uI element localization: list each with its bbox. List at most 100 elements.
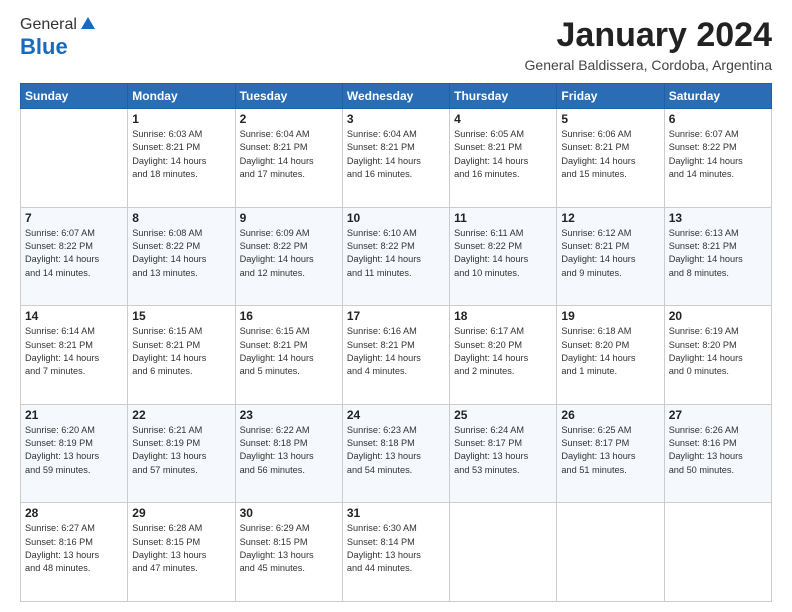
day-info: Sunrise: 6:13 AM Sunset: 8:21 PM Dayligh… (669, 227, 767, 280)
calendar-week-2: 14 Sunrise: 6:14 AM Sunset: 8:21 PM Dayli… (21, 306, 772, 405)
day-info: Sunrise: 6:07 AM Sunset: 8:22 PM Dayligh… (669, 128, 767, 181)
day-info: Sunrise: 6:28 AM Sunset: 8:15 PM Dayligh… (132, 522, 230, 575)
page: General Blue January 2024 General Baldis… (0, 0, 792, 612)
calendar-cell: 29 Sunrise: 6:28 AM Sunset: 8:15 PM Dayli… (128, 503, 235, 602)
day-info: Sunrise: 6:15 AM Sunset: 8:21 PM Dayligh… (240, 325, 338, 378)
day-info: Sunrise: 6:14 AM Sunset: 8:21 PM Dayligh… (25, 325, 123, 378)
day-info: Sunrise: 6:03 AM Sunset: 8:21 PM Dayligh… (132, 128, 230, 181)
day-number: 26 (561, 408, 659, 422)
col-sunday: Sunday (21, 84, 128, 109)
day-number: 28 (25, 506, 123, 520)
calendar-cell: 8 Sunrise: 6:08 AM Sunset: 8:22 PM Daylig… (128, 207, 235, 306)
day-number: 8 (132, 211, 230, 225)
header: General Blue January 2024 General Baldis… (20, 16, 772, 73)
day-number: 18 (454, 309, 552, 323)
day-number: 12 (561, 211, 659, 225)
day-info: Sunrise: 6:08 AM Sunset: 8:22 PM Dayligh… (132, 227, 230, 280)
calendar-cell: 12Sunrise: 6:12 AM Sunset: 8:21 PM Dayli… (557, 207, 664, 306)
day-number: 16 (240, 309, 338, 323)
calendar-cell: 7 Sunrise: 6:07 AM Sunset: 8:22 PM Daylig… (21, 207, 128, 306)
day-number: 30 (240, 506, 338, 520)
day-number: 25 (454, 408, 552, 422)
calendar-cell: 15Sunrise: 6:15 AM Sunset: 8:21 PM Dayli… (128, 306, 235, 405)
day-number: 23 (240, 408, 338, 422)
calendar-cell: 3 Sunrise: 6:04 AM Sunset: 8:21 PM Daylig… (342, 109, 449, 208)
day-info: Sunrise: 6:15 AM Sunset: 8:21 PM Dayligh… (132, 325, 230, 378)
calendar-cell: 16 Sunrise: 6:15 AM Sunset: 8:21 PM Dayli… (235, 306, 342, 405)
location-subtitle: General Baldissera, Cordoba, Argentina (525, 57, 772, 73)
day-number: 10 (347, 211, 445, 225)
calendar-cell (557, 503, 664, 602)
calendar-cell: 19 Sunrise: 6:18 AM Sunset: 8:20 PM Dayli… (557, 306, 664, 405)
day-number: 21 (25, 408, 123, 422)
calendar-cell: 13 Sunrise: 6:13 AM Sunset: 8:21 PM Dayli… (664, 207, 771, 306)
day-info: Sunrise: 6:04 AM Sunset: 8:21 PM Dayligh… (347, 128, 445, 181)
logo: General Blue (20, 16, 97, 60)
day-info: Sunrise: 6:22 AM Sunset: 8:18 PM Dayligh… (240, 424, 338, 477)
calendar-cell: 22 Sunrise: 6:21 AM Sunset: 8:19 PM Dayli… (128, 404, 235, 503)
calendar-cell (450, 503, 557, 602)
day-number: 29 (132, 506, 230, 520)
day-info: Sunrise: 6:20 AM Sunset: 8:19 PM Dayligh… (25, 424, 123, 477)
calendar-cell: 18 Sunrise: 6:17 AM Sunset: 8:20 PM Dayli… (450, 306, 557, 405)
calendar-cell: 31 Sunrise: 6:30 AM Sunset: 8:14 PM Dayli… (342, 503, 449, 602)
calendar-cell: 24 Sunrise: 6:23 AM Sunset: 8:18 PM Dayli… (342, 404, 449, 503)
day-info: Sunrise: 6:09 AM Sunset: 8:22 PM Dayligh… (240, 227, 338, 280)
day-info: Sunrise: 6:16 AM Sunset: 8:21 PM Dayligh… (347, 325, 445, 378)
day-number: 14 (25, 309, 123, 323)
calendar-week-0: 1 Sunrise: 6:03 AM Sunset: 8:21 PM Daylig… (21, 109, 772, 208)
day-number: 19 (561, 309, 659, 323)
calendar-cell: 5Sunrise: 6:06 AM Sunset: 8:21 PM Daylig… (557, 109, 664, 208)
day-info: Sunrise: 6:07 AM Sunset: 8:22 PM Dayligh… (25, 227, 123, 280)
day-info: Sunrise: 6:11 AM Sunset: 8:22 PM Dayligh… (454, 227, 552, 280)
day-number: 13 (669, 211, 767, 225)
calendar-cell: 30Sunrise: 6:29 AM Sunset: 8:15 PM Dayli… (235, 503, 342, 602)
calendar-cell: 26Sunrise: 6:25 AM Sunset: 8:17 PM Dayli… (557, 404, 664, 503)
calendar-cell: 1 Sunrise: 6:03 AM Sunset: 8:21 PM Daylig… (128, 109, 235, 208)
calendar-week-1: 7 Sunrise: 6:07 AM Sunset: 8:22 PM Daylig… (21, 207, 772, 306)
day-number: 17 (347, 309, 445, 323)
calendar-cell: 21 Sunrise: 6:20 AM Sunset: 8:19 PM Dayli… (21, 404, 128, 503)
calendar-cell: 28 Sunrise: 6:27 AM Sunset: 8:16 PM Dayli… (21, 503, 128, 602)
day-info: Sunrise: 6:18 AM Sunset: 8:20 PM Dayligh… (561, 325, 659, 378)
logo-general-text: General (20, 16, 77, 34)
calendar-cell: 9 Sunrise: 6:09 AM Sunset: 8:22 PM Daylig… (235, 207, 342, 306)
col-tuesday: Tuesday (235, 84, 342, 109)
day-number: 1 (132, 112, 230, 126)
calendar-cell: 10Sunrise: 6:10 AM Sunset: 8:22 PM Dayli… (342, 207, 449, 306)
month-title: January 2024 (525, 16, 772, 55)
title-area: January 2024 General Baldissera, Cordoba… (525, 16, 772, 73)
day-number: 3 (347, 112, 445, 126)
day-number: 4 (454, 112, 552, 126)
day-number: 20 (669, 309, 767, 323)
day-number: 24 (347, 408, 445, 422)
day-info: Sunrise: 6:27 AM Sunset: 8:16 PM Dayligh… (25, 522, 123, 575)
col-friday: Friday (557, 84, 664, 109)
calendar-cell: 14 Sunrise: 6:14 AM Sunset: 8:21 PM Dayli… (21, 306, 128, 405)
day-number: 22 (132, 408, 230, 422)
day-info: Sunrise: 6:30 AM Sunset: 8:14 PM Dayligh… (347, 522, 445, 575)
logo-icon (79, 15, 97, 33)
calendar-cell: 17 Sunrise: 6:16 AM Sunset: 8:21 PM Dayli… (342, 306, 449, 405)
day-info: Sunrise: 6:26 AM Sunset: 8:16 PM Dayligh… (669, 424, 767, 477)
day-info: Sunrise: 6:23 AM Sunset: 8:18 PM Dayligh… (347, 424, 445, 477)
day-number: 2 (240, 112, 338, 126)
day-number: 7 (25, 211, 123, 225)
day-number: 5 (561, 112, 659, 126)
calendar-cell: 4Sunrise: 6:05 AM Sunset: 8:21 PM Daylig… (450, 109, 557, 208)
day-info: Sunrise: 6:04 AM Sunset: 8:21 PM Dayligh… (240, 128, 338, 181)
day-number: 11 (454, 211, 552, 225)
calendar-cell: 27 Sunrise: 6:26 AM Sunset: 8:16 PM Dayli… (664, 404, 771, 503)
day-number: 27 (669, 408, 767, 422)
calendar-week-3: 21 Sunrise: 6:20 AM Sunset: 8:19 PM Dayli… (21, 404, 772, 503)
day-number: 6 (669, 112, 767, 126)
calendar-week-4: 28 Sunrise: 6:27 AM Sunset: 8:16 PM Dayli… (21, 503, 772, 602)
calendar-cell: 11 Sunrise: 6:11 AM Sunset: 8:22 PM Dayli… (450, 207, 557, 306)
day-info: Sunrise: 6:17 AM Sunset: 8:20 PM Dayligh… (454, 325, 552, 378)
day-info: Sunrise: 6:21 AM Sunset: 8:19 PM Dayligh… (132, 424, 230, 477)
day-number: 31 (347, 506, 445, 520)
calendar-header-row: Sunday Monday Tuesday Wednesday Thursday… (21, 84, 772, 109)
day-info: Sunrise: 6:24 AM Sunset: 8:17 PM Dayligh… (454, 424, 552, 477)
calendar-cell (21, 109, 128, 208)
day-number: 9 (240, 211, 338, 225)
